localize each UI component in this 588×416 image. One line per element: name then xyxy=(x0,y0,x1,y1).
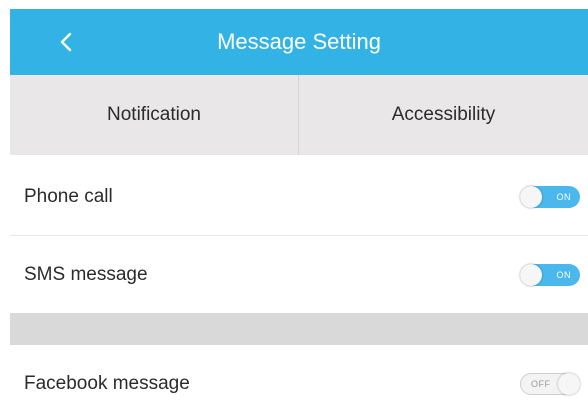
chevron-left-icon xyxy=(59,31,73,53)
header-bar: Message Setting xyxy=(10,9,588,75)
tab-notification[interactable]: Notification xyxy=(10,75,299,155)
tab-bar: Notification Accessibility xyxy=(10,75,588,155)
phone-call-toggle[interactable]: ON xyxy=(520,186,580,208)
setting-row-phone-call: Phone call ON xyxy=(10,158,588,236)
tab-accessibility[interactable]: Accessibility xyxy=(299,75,588,155)
setting-row-facebook-message: Facebook message OFF xyxy=(10,345,588,416)
message-setting-screen: Message Setting Notification Accessibili… xyxy=(0,0,588,416)
toggle-state-text: ON xyxy=(556,192,571,202)
setting-label: SMS message xyxy=(24,264,148,285)
toggle-knob xyxy=(520,264,542,286)
setting-label: Facebook message xyxy=(24,373,190,394)
page-title: Message Setting xyxy=(217,29,381,54)
toggle-knob xyxy=(520,186,542,208)
sms-message-toggle[interactable]: ON xyxy=(520,264,580,286)
toggle-knob xyxy=(558,373,580,395)
setting-row-sms-message: SMS message ON xyxy=(10,236,588,314)
facebook-message-toggle[interactable]: OFF xyxy=(520,373,580,395)
section-separator xyxy=(10,313,588,345)
toggle-state-text: ON xyxy=(556,270,571,280)
setting-label: Phone call xyxy=(24,186,113,207)
back-button[interactable] xyxy=(46,19,86,65)
toggle-state-text: OFF xyxy=(531,379,551,389)
